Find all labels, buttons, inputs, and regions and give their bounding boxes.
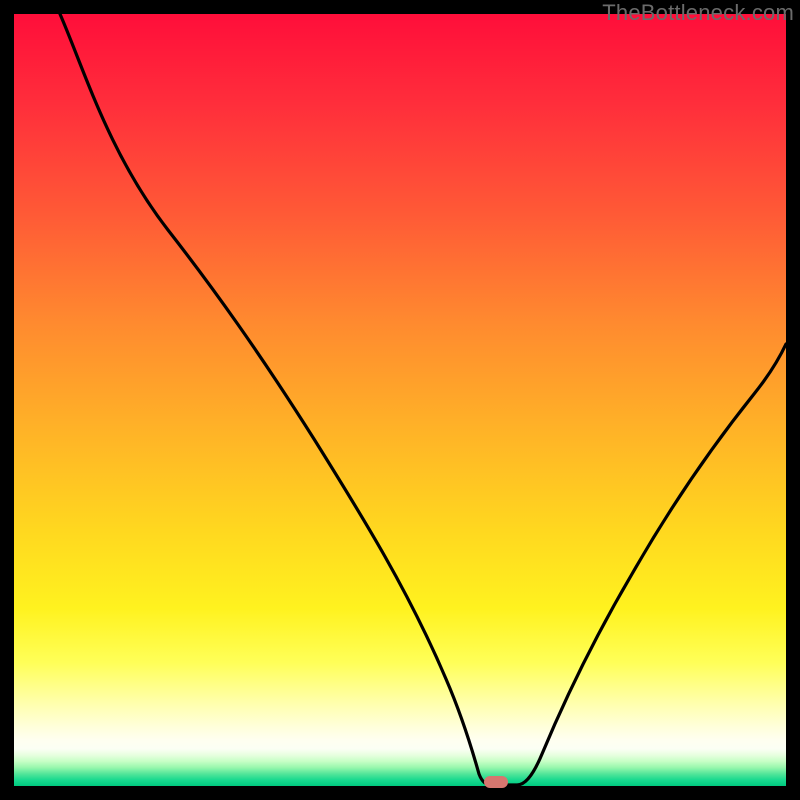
watermark-text: TheBottleneck.com [602, 0, 794, 26]
chart-frame [14, 14, 786, 786]
bottleneck-curve [14, 14, 786, 786]
optimum-marker [484, 776, 508, 788]
